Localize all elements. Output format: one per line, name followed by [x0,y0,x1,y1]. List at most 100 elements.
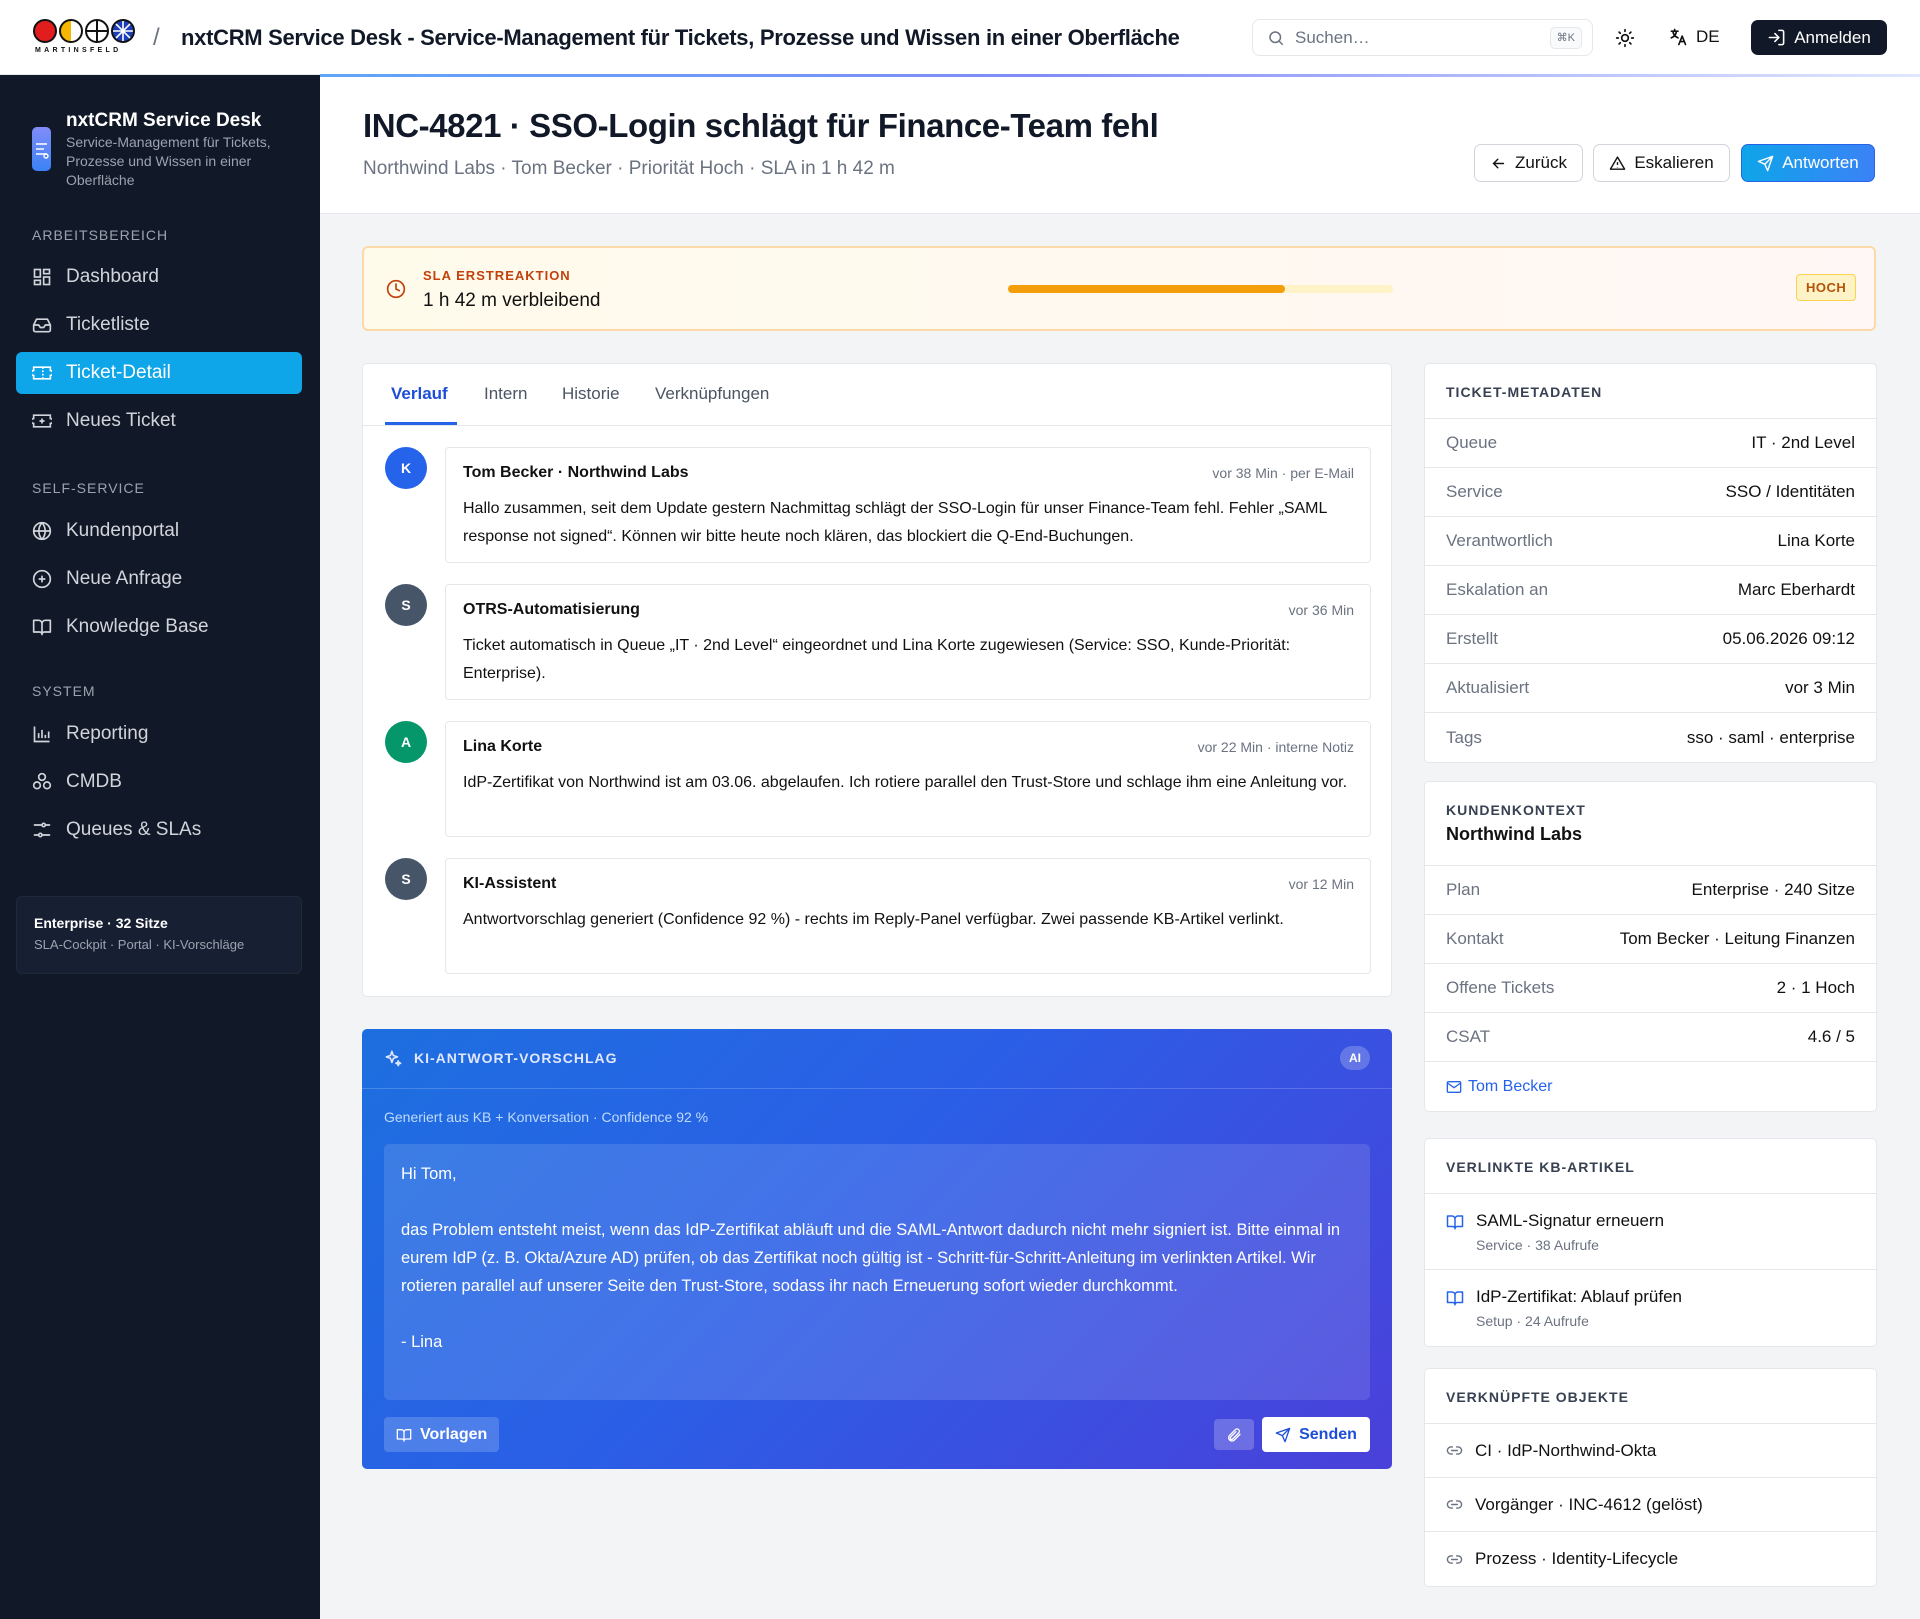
priority-badge: HOCH [1796,274,1857,301]
page-title: INC-4821 · SSO-Login schlägt für Finance… [363,107,1159,144]
nav-item-ticket-detail[interactable]: Ticket-Detail [16,352,302,394]
page-subtitle: Northwind Labs · Tom Becker · Priorität … [363,158,895,179]
escalate-label: Eskalieren [1634,153,1714,172]
send-icon [1757,155,1774,172]
nav-item-neue-anfrage[interactable]: Neue Anfrage [16,558,302,600]
ai-panel-header: KI-ANTWORT-VORSCHLAG AI [362,1029,1392,1089]
card-title: TICKET-METADATEN [1425,364,1876,419]
nav-item-kundenportal[interactable]: Kundenportal [16,510,302,552]
search-input[interactable] [1295,27,1535,48]
arrow-left-icon [1490,155,1507,172]
nav-item-knowledge-base[interactable]: Knowledge Base [16,606,302,648]
link-icon [1446,1496,1463,1513]
message-card: KI-Assistent vor 12 Min Antwortvorschlag… [445,858,1371,974]
language-switch[interactable]: DE [1668,22,1720,52]
timeline-message: S OTRS-Automatisierung vor 36 Min Ticket… [385,584,1371,700]
reply-button[interactable]: Antworten [1741,144,1875,182]
row-value: Lina Korte [1777,531,1856,550]
tab-verknuepfungen[interactable]: Verknüpfungen [655,384,769,404]
kb-article-item[interactable]: IdP-Zertifikat: Ablauf prüfen Setup · 24… [1425,1270,1876,1346]
timeline-message: S KI-Assistent vor 12 Min Antwortvorschl… [385,858,1371,974]
brand-subtitle: Service-Management für Tickets, Prozesse… [66,134,271,188]
linked-object-item[interactable]: CI · IdP-Northwind-Okta [1425,1424,1876,1478]
nav-item-cmdb[interactable]: CMDB [16,761,302,803]
ai-reply-text[interactable]: Hi Tom, das Problem entsteht meist, wenn… [384,1144,1370,1400]
row-value: 05.06.2026 09:12 [1722,629,1855,648]
customer-row: Offene Tickets 2 · 1 Hoch [1425,964,1876,1013]
sla-progress-fill [1008,285,1286,293]
message-text: Hallo zusammen, seit dem Update gestern … [463,500,1327,545]
send-button[interactable]: Senden [1262,1417,1370,1452]
ai-meta: Generiert aus KB + Konversation · Confid… [384,1109,709,1125]
templates-button[interactable]: Vorlagen [384,1417,500,1452]
nav-section-title: SYSTEM [32,683,96,699]
kb-article-meta: Service · 38 Aufrufe [1476,1237,1599,1253]
nav-item-label: CMDB [66,771,122,792]
ticket-icon [32,363,52,383]
search-box[interactable]: ⌘K [1252,19,1593,56]
row-key: Queue [1446,433,1498,452]
linked-object-label: Vorgänger · INC-4612 (gelöst) [1475,1494,1703,1514]
message-meta: vor 12 Min [1288,876,1354,892]
nav-section-title: SELF-SERVICE [32,480,145,496]
book-icon [32,617,52,637]
back-label: Zurück [1515,153,1567,172]
nav-item-label: Queues & SLAs [66,819,202,840]
book-icon [1446,1289,1464,1307]
nav-item-dashboard[interactable]: Dashboard [16,256,302,298]
message-meta: vor 36 Min [1288,602,1354,618]
row-key: CSAT [1446,1027,1491,1046]
avatar: S [385,584,427,626]
language-label: DE [1696,27,1720,46]
row-key: Service [1446,482,1503,501]
row-key: Aktualisiert [1446,678,1530,697]
ticket-metadata-card: TICKET-METADATEN Queue IT · 2nd Level Ser… [1424,363,1877,763]
nav-item-label: Dashboard [66,266,159,287]
dashboard-icon [32,267,52,287]
contact-email-link[interactable]: Tom Becker [1425,1062,1876,1111]
theme-toggle-button[interactable] [1610,24,1640,52]
logo-wordmark: MARTINSFELD [35,47,122,54]
martinsfeld-logo[interactable]: MARTINSFELD [33,19,138,57]
nav-item-ticketliste[interactable]: Ticketliste [16,304,302,346]
conversation-panel: Verlauf Intern Historie Verknüpfungen K … [362,363,1392,997]
customer-context-card: KUNDENKONTEXT Northwind Labs Plan Enterpr… [1424,781,1877,1112]
kb-article-title: SAML-Signatur erneuern [1476,1211,1665,1230]
card-title: VERLINKTE KB-ARTIKEL [1425,1139,1876,1194]
login-icon [1767,28,1786,47]
linked-object-label: CI · IdP-Northwind-Okta [1475,1440,1657,1460]
sla-label: SLA ERSTREAKTION [423,268,571,283]
nav-item-reporting[interactable]: Reporting [16,713,302,755]
clock-icon [386,279,406,299]
kb-articles-card: VERLINKTE KB-ARTIKEL SAML-Signatur erneu… [1424,1138,1877,1347]
ai-panel-title: KI-ANTWORT-VORSCHLAG [414,1050,618,1066]
brand-name: nxtCRM Service Desk [66,110,262,131]
customer-row: Plan Enterprise · 240 Sitze [1425,866,1876,915]
message-author: Tom Becker · Northwind Labs [463,464,689,481]
nav-item-queues-slas[interactable]: Queues & SLAs [16,809,302,851]
message-meta: vor 38 Min · per E-Mail [1212,465,1354,481]
logo-circle-cross [85,19,109,43]
nav-item-neues-ticket[interactable]: Neues Ticket [16,400,302,442]
book-icon [1446,1213,1464,1231]
card-title: KUNDENKONTEXT [1446,802,1586,818]
kb-article-item[interactable]: SAML-Signatur erneuern Service · 38 Aufr… [1425,1194,1876,1270]
globe-icon [32,521,52,541]
linked-object-item[interactable]: Prozess · Identity-Lifecycle [1425,1532,1876,1586]
metadata-row: Eskalation an Marc Eberhardt [1425,566,1876,615]
message-card: Lina Korte vor 22 Min · interne Notiz Id… [445,721,1371,837]
attach-button[interactable] [1214,1419,1254,1450]
row-value: Enterprise · 240 Sitze [1691,880,1855,899]
cmdb-icon [32,772,52,792]
login-button[interactable]: Anmelden [1751,20,1887,55]
back-button[interactable]: Zurück [1474,144,1583,182]
plan-info: Enterprise · 32 Sitze SLA-Cockpit · Port… [16,896,302,974]
reply-greeting: Hi Tom, [401,1165,457,1183]
logo-circle-blue [111,19,135,43]
tab-verlauf[interactable]: Verlauf [391,384,448,404]
linked-object-item[interactable]: Vorgänger · INC-4612 (gelöst) [1425,1478,1876,1532]
escalate-button[interactable]: Eskalieren [1593,144,1730,182]
tab-intern[interactable]: Intern [484,384,527,404]
contact-link-label: Tom Becker [1468,1077,1553,1095]
tab-historie[interactable]: Historie [562,384,620,404]
